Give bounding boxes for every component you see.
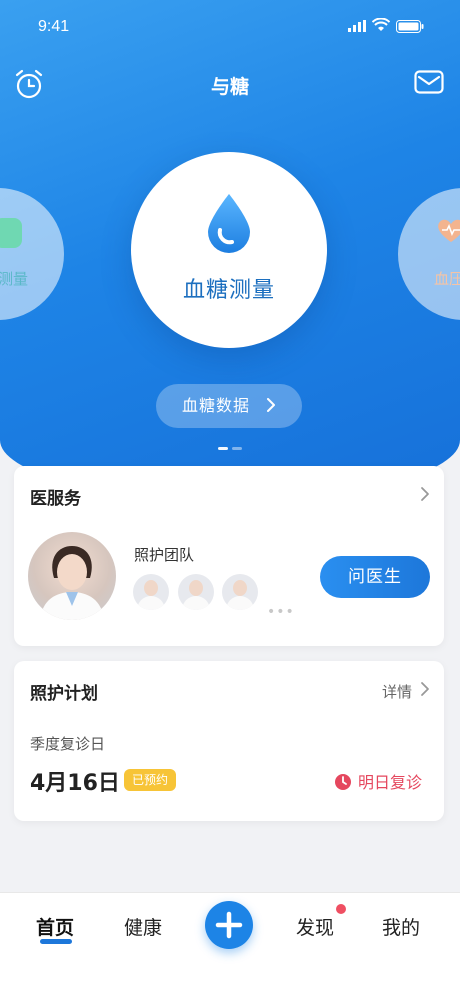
clock-icon [334,774,351,790]
tab-mine[interactable]: 我的 [382,913,420,940]
tab-home[interactable]: 首页 [36,913,75,944]
visit-date: 4月16日 [30,771,120,796]
ask-doctor-button[interactable]: 问医生 [320,556,430,598]
battery-icon [396,20,424,33]
status-time: 9:41 [38,18,70,35]
carousel-left-label: 测量 [0,270,28,288]
page-dot [232,447,242,450]
doctor-portrait-icon [40,546,104,620]
care-plan-title: 照护计划 [30,684,98,704]
team-member-avatar[interactable] [178,574,214,610]
more-dots-icon: ••• [267,604,295,620]
blood-glucose-data-label: 血糖数据 [181,396,250,415]
signal-icon [348,20,366,32]
team-member-avatar[interactable] [222,574,258,610]
medical-service-title: 医服务 [30,489,81,509]
hero-banner: 9:41 与糖 测量 血糖测量 血压 血糖数据 [0,0,460,500]
doctor-avatar[interactable] [28,532,116,620]
tab-discover[interactable]: 发现 [296,913,334,940]
quarterly-visit-label: 季度复诊日 [30,735,106,753]
visit-reminder-text: 明日复诊 [357,773,422,792]
carousel-pagination [0,447,460,466]
plus-icon [215,911,243,939]
status-bar: 9:41 [0,16,460,40]
care-plan-card: 照护计划 详情 季度复诊日 4月16日 已预约 明日复诊 [14,661,444,821]
blood-glucose-data-button[interactable]: 血糖数据 [156,384,302,428]
heart-pulse-icon [438,219,460,242]
team-member-avatar[interactable] [133,574,169,610]
tab-health[interactable]: 健康 [124,913,162,940]
carousel-item-right[interactable]: 血压 [398,188,460,320]
top-navigation: 与糖 [0,64,460,104]
measure-icon [0,218,22,248]
tab-home-label: 首页 [36,917,75,939]
active-tab-indicator [40,939,72,944]
blood-glucose-measure-label: 血糖测量 [182,278,275,303]
blood-glucose-measure-button[interactable]: 血糖测量 [131,152,327,348]
app-title: 与糖 [210,76,249,98]
chevron-right-icon [267,398,276,412]
bottom-tab-bar: 首页 健康 发现 我的 [0,892,460,996]
care-plan-detail-link[interactable]: 详情 [382,681,412,702]
chevron-right-icon[interactable] [420,486,430,502]
add-button[interactable] [205,901,253,949]
water-drop-icon [208,194,250,253]
wifi-icon [372,18,390,31]
carousel-item-left[interactable]: 测量 [0,188,64,320]
page-dot-active [218,447,228,450]
booked-badge: 已预约 [124,769,177,791]
visit-reminder: 明日复诊 [334,769,422,793]
carousel-right-label: 血压 [434,270,460,288]
chevron-right-icon[interactable] [420,681,430,697]
care-team-label: 照护团队 [134,546,195,564]
medical-service-card: 医服务 照护团队 ••• 问医生 [14,466,444,646]
notification-dot [336,904,346,914]
mail-icon[interactable] [414,70,444,94]
